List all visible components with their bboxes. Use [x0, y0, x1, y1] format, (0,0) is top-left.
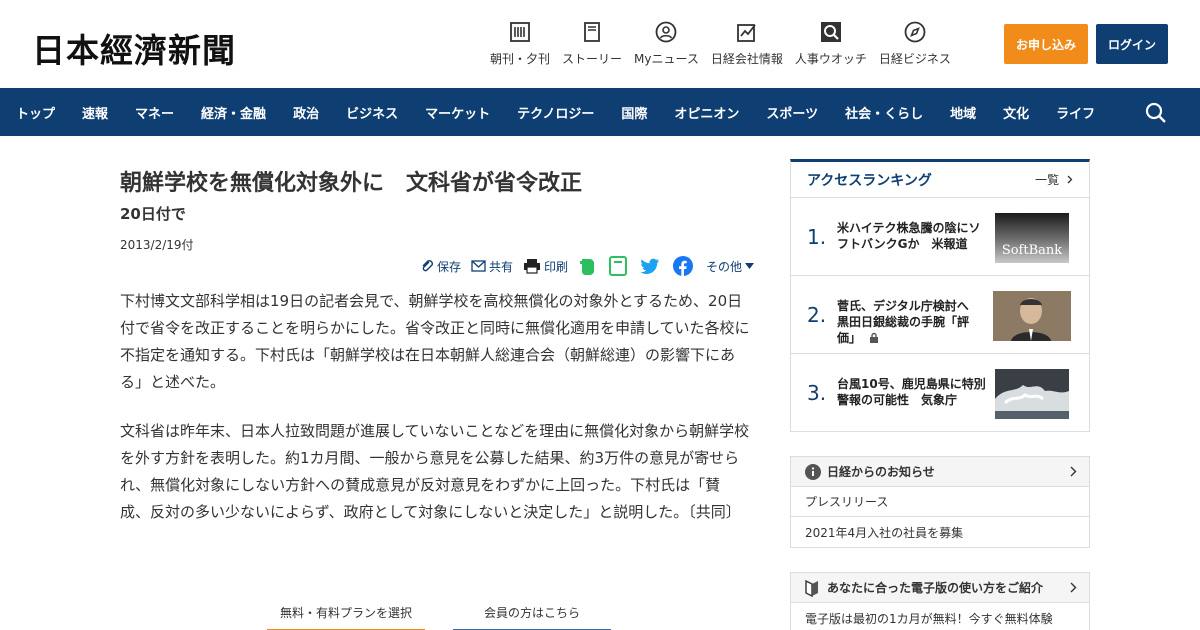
guide-item[interactable]: 電子版は最初の1カ月が無料！今すぐ無料体験 [791, 603, 1089, 630]
article: 朝鮮学校を無償化対象外に 文科省が省令改正 20日付で 2013/2/19付 保… [120, 160, 755, 630]
book-icon [580, 20, 604, 44]
search-icon[interactable] [1144, 101, 1168, 125]
print-button[interactable]: 印刷 [523, 258, 568, 275]
rank-number: 2. [807, 303, 827, 327]
ranking-item[interactable]: 1. 米ハイテク株急騰の陰にソフトバンクGか 米報道 SoftBank [791, 198, 1089, 276]
share-button[interactable]: 共有 [471, 258, 513, 275]
magnifier-icon [819, 20, 843, 44]
plan-select-tab[interactable]: 無料・有料プランを選択 [267, 604, 425, 630]
article-paragraph: 文科省は昨年末、日本人拉致問題が進展していないことなどを理由に無償化対象から朝鮮… [120, 422, 750, 521]
nav-item[interactable]: スポーツ [766, 103, 818, 122]
header-icon-menu: 朝刊・夕刊 ストーリー Myニュース 日経会社情報 人事ウオッチ 日経ビジネス [490, 20, 963, 67]
article-paragraph: 下村博文文部科学相は19日の記者会見で、朝鮮学校を高校無償化の対象外とするため、… [120, 292, 750, 391]
clip-icon[interactable] [609, 256, 630, 276]
caret-down-icon [745, 263, 755, 269]
digital-guide: あなたに合った電子版の使い方をご紹介 電子版は最初の1カ月が無料！今すぐ無料体験 [790, 572, 1090, 630]
rank-headline: 台風10号、鹿児島県に特別警報の可能性 気象庁 [837, 377, 986, 407]
rank-headline: 米ハイテク株急騰の陰にソフトバンクGか 米報道 [837, 221, 981, 251]
twitter-icon[interactable] [640, 258, 663, 275]
article-body: 下村博文文部科学相は19日の記者会見で、朝鮮学校を高校無償化の対象外とするため、… [120, 288, 750, 548]
ranking-header: アクセスランキング 一覧 [791, 162, 1089, 198]
share-bar: 保存 共有 印刷 その他 [420, 256, 760, 276]
lock-icon [870, 332, 879, 343]
header-link-business[interactable]: 日経ビジネス [879, 20, 951, 67]
mail-icon [471, 260, 486, 272]
rank-number: 1. [807, 225, 827, 249]
user-icon [654, 20, 678, 44]
ranking-more-link[interactable]: 一覧 [1035, 171, 1073, 188]
save-button[interactable]: 保存 [420, 258, 461, 275]
nav-item[interactable]: 社会・くらし [845, 103, 923, 122]
notice-item[interactable]: 2021年4月入社の社員を募集 [791, 517, 1089, 547]
notice-header[interactable]: 日経からのお知らせ [791, 457, 1089, 487]
more-share-button[interactable]: その他 [706, 258, 757, 275]
nav-item[interactable]: ビジネス [346, 103, 398, 122]
facebook-icon[interactable] [673, 256, 696, 276]
compass-icon [903, 20, 927, 44]
chevron-right-icon [1070, 582, 1077, 593]
nav-item[interactable]: トップ [16, 103, 55, 122]
main-nav: トップ 速報 マネー 経済・金融 政治 ビジネス マーケット テクノロジー 国際 オピニオン スポー… [0, 88, 1200, 136]
article-title: 朝鮮学校を無償化対象外に 文科省が省令改正 [120, 171, 583, 196]
evernote-icon[interactable] [578, 256, 599, 276]
rank-thumbnail: SoftBank [995, 213, 1069, 263]
header-link-jinji[interactable]: 人事ウオッチ [795, 20, 867, 67]
ranking-item[interactable]: 2. 菅氏、デジタル庁検討へ 黒田日銀総裁の手腕「評価」 [791, 276, 1089, 354]
rank-headline: 菅氏、デジタル庁検討へ 黒田日銀総裁の手腕「評価」 [837, 299, 981, 345]
nav-item[interactable]: オピニオン [674, 103, 739, 122]
header-link-company[interactable]: 日経会社情報 [711, 20, 783, 67]
header-link-story[interactable]: ストーリー [562, 20, 622, 67]
info-icon [805, 463, 821, 480]
chart-icon [735, 20, 759, 44]
nav-item[interactable]: 経済・金融 [201, 103, 266, 122]
nav-item[interactable]: マネー [135, 103, 174, 122]
nav-item[interactable]: マーケット [425, 103, 490, 122]
newspaper-icon [508, 20, 532, 44]
paperclip-icon [422, 260, 433, 272]
login-button[interactable]: ログイン [1096, 24, 1168, 64]
printer-icon [524, 259, 541, 274]
rank-thumbnail [995, 369, 1069, 419]
ranking-item[interactable]: 3. 台風10号、鹿児島県に特別警報の可能性 気象庁 [791, 354, 1089, 432]
nav-item[interactable]: 速報 [82, 103, 108, 122]
softbank-logo: SoftBank [1002, 243, 1062, 258]
header-link-paper[interactable]: 朝刊・夕刊 [490, 20, 550, 67]
nav-item[interactable]: テクノロジー [517, 103, 594, 122]
nav-item[interactable]: 地域 [950, 103, 976, 122]
chevron-right-icon [1070, 466, 1077, 477]
member-login-tab[interactable]: 会員の方はこちら [453, 604, 611, 630]
plan-tabs: 無料・有料プランを選択 会員の方はこちら [267, 604, 639, 630]
rank-number: 3. [807, 381, 827, 405]
nav-item[interactable]: 政治 [293, 103, 319, 122]
nav-list: トップ 速報 マネー 経済・金融 政治 ビジネス マーケット テクノロジー 国際 オピニオン スポー… [16, 88, 1122, 136]
nav-item[interactable]: 国際 [621, 103, 647, 122]
ranking-title: アクセスランキング [807, 172, 932, 189]
nikkei-notice: 日経からのお知らせ プレスリリース 2021年4月入社の社員を募集 [790, 456, 1090, 548]
guide-header[interactable]: あなたに合った電子版の使い方をご紹介 [791, 573, 1089, 603]
notice-item[interactable]: プレスリリース [791, 487, 1089, 517]
nav-item[interactable]: 文化 [1003, 103, 1029, 122]
article-date: 2013/2/19付 [120, 237, 194, 252]
site-logo[interactable]: 日本經濟新聞 [32, 24, 236, 72]
site-header: 日本經濟新聞 朝刊・夕刊 ストーリー Myニュース 日経会社情報 人事ウオッチ … [0, 0, 1200, 88]
nav-item[interactable]: ライフ [1056, 103, 1095, 122]
chevron-right-icon [1067, 175, 1073, 184]
header-link-mynews[interactable]: Myニュース [634, 20, 699, 67]
beginner-leaf-icon [805, 579, 818, 597]
access-ranking: アクセスランキング 一覧 1. 米ハイテク株急騰の陰にソフトバンクGか 米報道 … [790, 159, 1090, 432]
article-subtitle: 20日付で [120, 204, 186, 223]
rank-thumbnail [993, 291, 1071, 341]
apply-button[interactable]: お申し込み [1004, 24, 1088, 64]
